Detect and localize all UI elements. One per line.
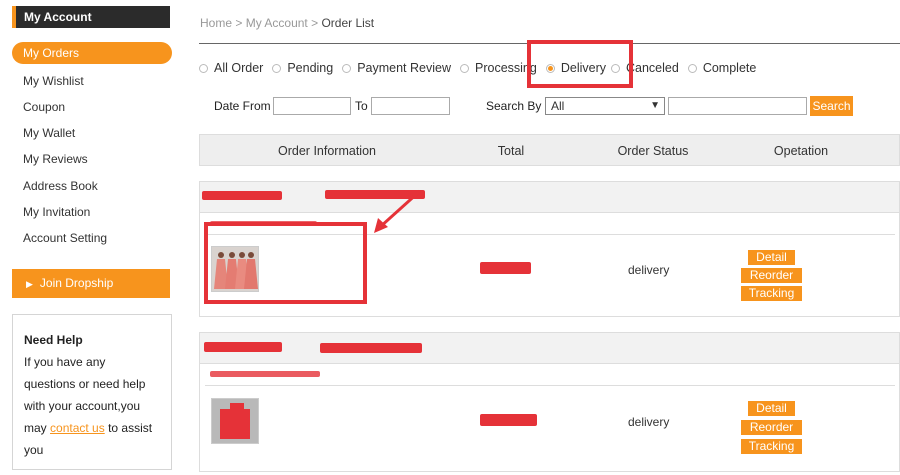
tab-complete[interactable]: Complete	[687, 61, 757, 75]
breadcrumb-my-account[interactable]: My Account	[246, 16, 308, 30]
sidebar-item-address-book[interactable]: Address Book	[23, 179, 98, 193]
annotation-highlight-box	[204, 222, 367, 304]
radio-icon[interactable]	[460, 63, 469, 73]
breadcrumb-separator: >	[235, 16, 243, 30]
breadcrumb-separator: >	[311, 16, 319, 30]
date-to-input[interactable]	[371, 97, 450, 115]
tab-label: All Order	[214, 61, 264, 75]
order-status-tabs: All Order Pending Payment Review Process…	[199, 59, 765, 77]
contact-us-link[interactable]: contact us	[50, 421, 105, 435]
header-total: Total	[497, 144, 525, 158]
breadcrumb-home[interactable]: Home	[200, 16, 232, 30]
sidebar-item-coupon[interactable]: Coupon	[23, 100, 65, 114]
radio-icon[interactable]	[687, 63, 697, 73]
search-button[interactable]: Search	[810, 96, 853, 116]
tab-processing[interactable]: Processing	[460, 61, 537, 75]
sidebar-item-my-wishlist[interactable]: My Wishlist	[23, 74, 84, 88]
join-dropship-button[interactable]: ▶ Join Dropship	[12, 269, 170, 298]
tab-label: Canceled	[626, 61, 679, 75]
order-status: delivery	[628, 415, 670, 429]
triangle-right-icon: ▶	[26, 279, 33, 289]
header-operation: Opetation	[773, 144, 829, 158]
redacted-order-date	[320, 343, 422, 353]
dropdown-arrow-icon: ▼	[650, 100, 660, 111]
redacted-total	[480, 414, 537, 426]
tab-all-order[interactable]: All Order	[199, 61, 263, 75]
breadcrumb-current: Order List	[321, 16, 375, 30]
tab-label: Payment Review	[357, 61, 451, 75]
tab-pending[interactable]: Pending	[272, 61, 333, 75]
need-help-box: Need Help If you have any questions or n…	[12, 314, 172, 470]
product-thumbnail[interactable]	[211, 398, 259, 444]
date-from-label: Date From	[214, 99, 271, 113]
detail-button[interactable]: Detail	[748, 250, 795, 265]
sidebar-item-my-wallet[interactable]: My Wallet	[23, 126, 75, 140]
join-dropship-label: Join Dropship	[39, 276, 114, 290]
sidebar-item-my-invitation[interactable]: My Invitation	[23, 205, 90, 219]
keyword-input[interactable]	[668, 97, 807, 115]
header-order-status: Order Status	[617, 144, 689, 158]
tracking-button[interactable]: Tracking	[741, 439, 802, 454]
order-header	[200, 182, 899, 213]
sidebar-item-my-reviews[interactable]: My Reviews	[23, 152, 88, 166]
breadcrumb: Home > My Account > Order List	[200, 16, 374, 30]
search-by-select[interactable]: All ▼	[545, 97, 665, 115]
radio-icon[interactable]	[342, 63, 352, 73]
tab-label: Pending	[287, 61, 334, 75]
reorder-button[interactable]: Reorder	[741, 420, 802, 435]
product-image	[212, 399, 258, 443]
header-order-information: Order Information	[278, 144, 376, 158]
to-label: To	[355, 99, 368, 113]
redacted-total	[480, 262, 531, 274]
order-status: delivery	[628, 263, 670, 277]
search-by-label: Search By	[486, 99, 542, 113]
order-table-header: Order Information Total Order Status Ope…	[199, 134, 900, 166]
tab-label: Complete	[702, 61, 757, 75]
need-help-title: Need Help	[24, 333, 83, 347]
detail-button[interactable]: Detail	[748, 401, 795, 416]
sidebar-item-account-setting[interactable]: Account Setting	[23, 231, 107, 245]
sidebar-header: My Account	[12, 6, 170, 28]
annotation-arrow-icon	[374, 189, 422, 233]
annotation-highlight-box	[527, 40, 633, 88]
radio-icon[interactable]	[199, 63, 208, 73]
redacted-item-code	[210, 371, 320, 377]
radio-icon[interactable]	[272, 63, 282, 73]
redacted-order-number	[204, 342, 282, 352]
tab-payment-review[interactable]: Payment Review	[342, 61, 451, 75]
row-divider	[205, 385, 895, 386]
order-header	[200, 333, 899, 364]
redacted-order-number	[202, 191, 282, 200]
tracking-button[interactable]: Tracking	[741, 286, 802, 301]
reorder-button[interactable]: Reorder	[741, 268, 802, 283]
search-by-value: All	[551, 99, 565, 113]
date-from-input[interactable]	[273, 97, 351, 115]
sidebar-item-my-orders[interactable]: My Orders	[12, 42, 172, 64]
